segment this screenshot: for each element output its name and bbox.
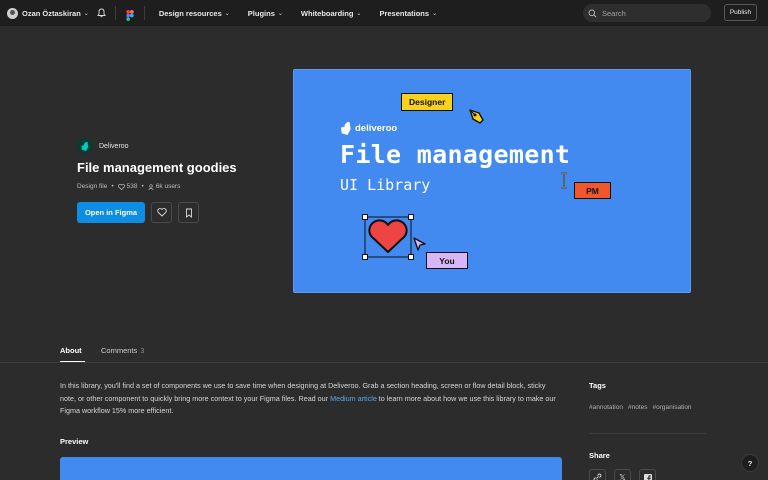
nav-presentations[interactable]: Presentations ⌄: [379, 9, 437, 18]
nav-divider: [114, 6, 116, 20]
text-cursor-icon: [561, 172, 567, 189]
user-menu[interactable]: Ozan Öztaskiran ⌄: [7, 7, 89, 19]
bookmark-button[interactable]: [178, 202, 199, 223]
preview-image[interactable]: [60, 457, 562, 480]
you-tag: You: [426, 252, 468, 269]
nav-links: Design resources ⌄ Plugins ⌄ Whiteboarding…: [159, 9, 455, 18]
user-name: Ozan Öztaskiran: [22, 8, 81, 18]
cover-title: File management: [340, 140, 571, 169]
search-input[interactable]: [602, 8, 702, 18]
pm-tag: PM: [574, 182, 611, 199]
users-count: 6k users: [155, 183, 181, 190]
cover-image: Designer deliveroo File management UI Li…: [293, 69, 691, 293]
preview-heading: Preview: [60, 437, 89, 446]
publish-button[interactable]: Publish: [724, 4, 757, 21]
sidebar-divider: [589, 433, 706, 434]
cover-subtitle: UI Library: [340, 176, 431, 194]
user-icon: [148, 183, 154, 190]
nav-design-resources[interactable]: Design resources ⌄: [159, 9, 230, 18]
open-in-figma-button[interactable]: Open in Figma: [77, 202, 145, 223]
top-navbar: Ozan Öztaskiran ⌄ Design resources ⌄ Plug…: [0, 0, 768, 26]
bookmark-icon: [185, 208, 192, 218]
chevron-down-icon: ⌄: [356, 10, 362, 17]
share-facebook-button[interactable]: [639, 469, 656, 480]
x-logo-icon: 𝕏: [619, 473, 626, 480]
search-bar[interactable]: [583, 4, 711, 22]
link-icon: [593, 473, 602, 480]
tabs-divider: [0, 362, 768, 363]
file-type: Design file: [77, 183, 108, 190]
file-description: In this library, you'll find a set of co…: [60, 381, 556, 416]
nav-plugins[interactable]: Plugins ⌄: [248, 9, 283, 18]
bell-icon[interactable]: [97, 8, 107, 18]
share-x-button[interactable]: 𝕏: [614, 469, 631, 480]
copy-link-button[interactable]: [589, 469, 606, 480]
deliveroo-logo-icon: [340, 122, 351, 135]
chevron-down-icon: ⌄: [83, 10, 89, 17]
medium-article-link[interactable]: Medium article: [330, 394, 377, 403]
chevron-down-icon: ⌄: [224, 10, 230, 17]
deliveroo-logo: deliveroo: [340, 122, 397, 135]
heart-icon: [156, 208, 167, 217]
facebook-icon: [643, 473, 652, 480]
avatar: [7, 7, 18, 19]
comments-count: 3: [140, 346, 145, 355]
tags-heading: Tags: [589, 381, 606, 390]
chevron-down-icon: ⌄: [277, 10, 283, 17]
tag-notes[interactable]: #notes: [628, 404, 648, 411]
likes-count: 538: [126, 183, 138, 190]
tab-comments[interactable]: Comments 3: [101, 346, 144, 355]
figma-logo-icon[interactable]: [126, 8, 134, 21]
tab-about[interactable]: About: [60, 346, 82, 355]
chevron-down-icon: ⌄: [432, 10, 438, 17]
deliveroo-logo-icon: [77, 138, 93, 154]
designer-tag: Designer: [401, 93, 454, 111]
tag-list: #annotation #notes #organisation: [589, 404, 697, 411]
like-button[interactable]: [151, 202, 172, 223]
page-title: File management goodies: [77, 160, 237, 175]
brand-name: Deliveroo: [99, 142, 129, 150]
heart-icon: [117, 183, 125, 190]
file-meta: Design file • 538 • 6k users: [77, 183, 181, 190]
pen-tool-icon: [469, 109, 484, 124]
nav-whiteboarding[interactable]: Whiteboarding ⌄: [301, 9, 362, 18]
heart-selection-icon: [362, 214, 414, 260]
search-icon: [588, 9, 597, 18]
help-button[interactable]: ?: [741, 454, 759, 472]
pointer-cursor-icon: [413, 237, 426, 251]
nav-divider: [143, 6, 145, 20]
tag-organisation[interactable]: #organisation: [653, 404, 692, 411]
share-heading: Share: [589, 451, 610, 460]
creator-brand[interactable]: Deliveroo: [77, 138, 129, 154]
tag-annotation[interactable]: #annotation: [589, 404, 623, 411]
